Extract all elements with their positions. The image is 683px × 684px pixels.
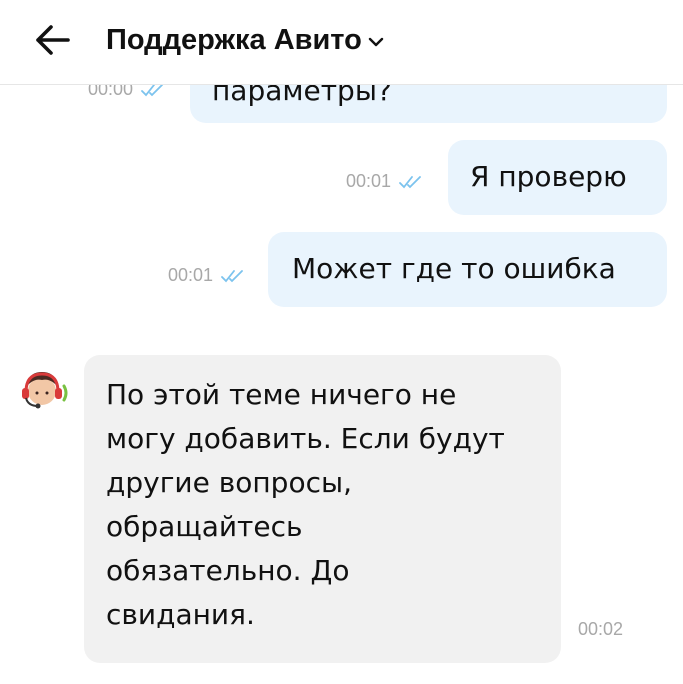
- message-time: 00:01: [346, 171, 392, 191]
- message-line: свидания.: [106, 598, 255, 631]
- message-bubble-incoming[interactable]: По этой теме ничего не могу добавить. Ес…: [84, 355, 561, 663]
- message-list[interactable]: 00:00 параметры? 00:01 Я проверю 00:01 М…: [0, 85, 683, 684]
- message-meta: 00:01: [346, 171, 423, 192]
- message-bubble-outgoing[interactable]: параметры?: [190, 85, 667, 123]
- message-text: Может где то ошибка: [292, 252, 616, 285]
- chevron-down-icon: [368, 37, 384, 47]
- message-line: могу добавить. Если будут: [106, 422, 505, 455]
- message-time: 00:00: [88, 85, 134, 99]
- message-line: другие вопросы,: [106, 466, 352, 499]
- message-text: параметры?: [212, 85, 392, 107]
- message-text: Я проверю: [470, 160, 627, 193]
- double-check-icon: [399, 175, 421, 188]
- chat-title: Поддержка Авито: [106, 24, 362, 56]
- message-line: обязательно. До: [106, 554, 350, 587]
- support-agent-avatar-icon: [22, 372, 68, 409]
- message-time: 00:01: [168, 265, 214, 285]
- chat-header: Поддержка Авито: [0, 0, 683, 85]
- message-line: обращайтесь: [106, 510, 303, 543]
- message-bubble-outgoing[interactable]: Я проверю: [448, 140, 667, 215]
- back-button[interactable]: [34, 22, 74, 58]
- double-check-icon: [141, 85, 163, 96]
- message-meta: 00:00: [88, 85, 165, 100]
- message-time: 00:02: [578, 619, 624, 639]
- message-line: По этой теме ничего не: [106, 378, 457, 411]
- message-text: По этой теме ничего не могу добавить. Ес…: [106, 373, 546, 637]
- double-check-icon: [221, 269, 243, 282]
- message-meta: 00:01: [168, 265, 245, 286]
- arrow-left-icon: [36, 25, 70, 55]
- message-bubble-outgoing[interactable]: Может где то ошибка: [268, 232, 667, 307]
- chat-title-dropdown[interactable]: Поддержка Авито: [106, 20, 384, 60]
